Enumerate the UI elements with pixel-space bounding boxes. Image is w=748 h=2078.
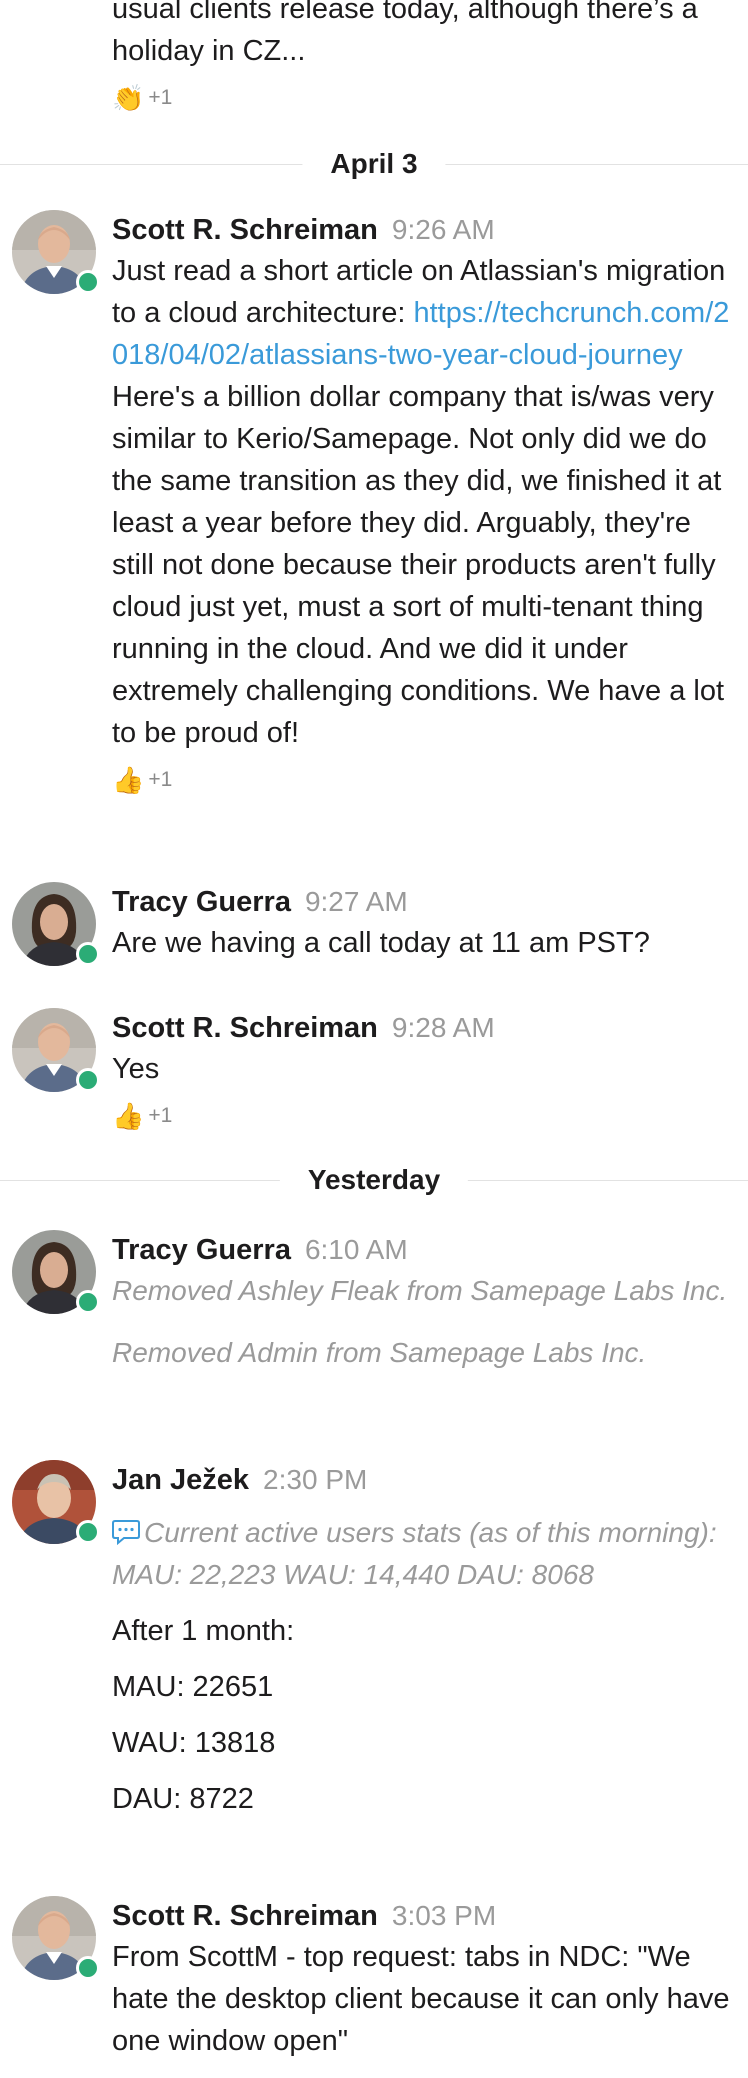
message-body: After 1 month: MAU: 22651 WAU: 13818 DAU… [112, 1610, 738, 1820]
timestamp[interactable]: 3:03 PM [392, 1896, 496, 1936]
quoted-comment: Current active users stats (as of this m… [112, 1512, 738, 1596]
avatar[interactable] [12, 1460, 100, 1544]
online-status-indicator [76, 1290, 100, 1314]
thumbs-up-icon: 👍 [112, 765, 145, 795]
author-name[interactable]: Tracy Guerra [112, 1230, 291, 1270]
message-text-line: WAU: 13818 [112, 1727, 276, 1759]
avatar[interactable] [12, 1008, 100, 1092]
comment-icon [112, 1520, 140, 1545]
message-text-line: MAU: 22651 [112, 1671, 274, 1703]
timestamp[interactable]: 9:27 AM [305, 882, 408, 922]
timestamp[interactable]: 9:28 AM [392, 1008, 495, 1048]
author-name[interactable]: Tracy Guerra [112, 882, 291, 922]
avatar[interactable] [12, 882, 100, 966]
date-divider-label: Yesterday [279, 1160, 469, 1200]
message-text-line: After 1 month: [112, 1615, 295, 1647]
timestamp[interactable]: 9:26 AM [392, 210, 495, 250]
avatar[interactable] [12, 210, 100, 294]
author-name[interactable]: Scott R. Schreiman [112, 1896, 378, 1936]
clap-icon: 👏 [112, 83, 145, 113]
message-body: Just read a short article on Atlassian's… [112, 250, 738, 754]
message-text: Here's a billion dollar company that is/… [112, 381, 725, 749]
message-body: Yes [112, 1053, 160, 1085]
reaction-count: +1 [148, 768, 173, 791]
date-divider: April 3 [0, 144, 748, 184]
date-divider-label: April 3 [302, 144, 446, 184]
avatar[interactable] [12, 1230, 100, 1314]
message-text-line: DAU: 8722 [112, 1783, 254, 1815]
reaction-pill[interactable]: 👍 +1 [112, 1098, 738, 1134]
message-text-line: usual clients release today, although th… [112, 0, 698, 25]
online-status-indicator [76, 1956, 100, 1980]
avatar[interactable] [12, 1896, 100, 1980]
author-name[interactable]: Scott R. Schreiman [112, 210, 378, 250]
online-status-indicator [76, 1068, 100, 1092]
message-body: From ScottM - top request: tabs in NDC: … [112, 1941, 730, 2057]
online-status-indicator [76, 270, 100, 294]
thumbs-up-icon: 👍 [112, 1101, 145, 1131]
system-event-text: Removed Admin from Samepage Labs Inc. [112, 1337, 647, 1368]
timestamp[interactable]: 6:10 AM [305, 1230, 408, 1270]
system-event-text: Removed Ashley Fleak from Samepage Labs … [112, 1275, 728, 1306]
author-name[interactable]: Jan Ježek [112, 1460, 249, 1500]
date-divider: Yesterday [0, 1160, 748, 1200]
message-text-line: holiday in CZ... [112, 35, 306, 67]
reaction-pill[interactable]: 👍 +1 [112, 762, 738, 798]
message-body: Are we having a call today at 11 am PST? [112, 927, 650, 959]
quoted-comment-text: Current active users stats (as of this m… [112, 1517, 717, 1590]
online-status-indicator [76, 1520, 100, 1544]
author-name[interactable]: Scott R. Schreiman [112, 1008, 378, 1048]
reaction-count: +1 [148, 1104, 173, 1127]
online-status-indicator [76, 942, 100, 966]
timestamp[interactable]: 2:30 PM [263, 1460, 367, 1500]
reaction-count: +1 [148, 86, 173, 109]
previous-message-fragment: usual clients release today, although th… [112, 0, 732, 116]
reaction-pill[interactable]: 👏 +1 [112, 80, 732, 116]
